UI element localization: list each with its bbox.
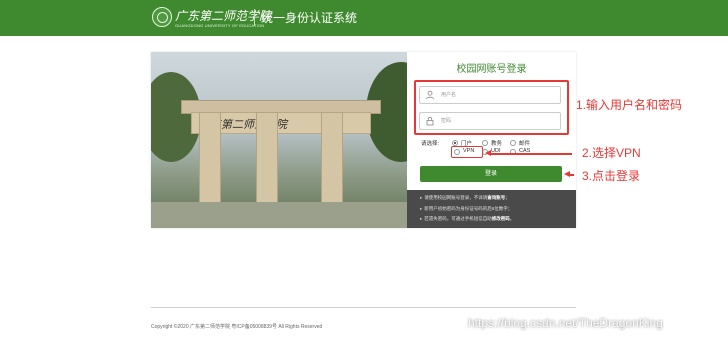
info-line-3-suffix: 。 (509, 216, 515, 221)
footer-divider (151, 307, 576, 308)
login-form-title: 校园网账号登录 (456, 64, 527, 75)
bullet-icon: ▸ (420, 195, 423, 200)
annotation-box-credentials (414, 80, 569, 135)
school-logo-english: GUANGDONG UNIVERSITY OF EDUCATION (175, 23, 265, 28)
info-line-1-suffix: ； (505, 195, 510, 200)
info-line-3: ▸ 若遗失密码，可通过手机短信自助修改密码。 (420, 216, 514, 222)
radio-academic-label: 教务 (491, 141, 503, 147)
query-account-link[interactable]: 查询账号 (487, 195, 505, 200)
info-line-2: ▸ 新用户初始密码为身份证号码的后6位数字； (420, 206, 512, 212)
annotation-step-1: 1.输入用户名和密码 (576, 98, 683, 112)
arrow-head-icon (564, 171, 570, 177)
school-seal-icon (152, 7, 172, 27)
info-line-3-text: 若遗失密码，可通过手机短信自助 (424, 216, 492, 221)
bullet-icon: ▸ (420, 216, 423, 221)
radio-mail-label: 邮件 (519, 141, 531, 147)
choose-label: 请选择: (421, 141, 440, 147)
annotation-box-vpn (451, 146, 483, 158)
bullet-icon: ▸ (420, 206, 423, 211)
annotation-arrow-vpn (489, 153, 572, 155)
header-divider (254, 9, 255, 26)
annotation-step-2: 2.选择VPN (582, 146, 641, 160)
radio-academic[interactable] (482, 140, 488, 146)
system-title: 统一身份认证系统 (261, 11, 358, 25)
campus-gate-photo: 广东第二师范学院 (151, 52, 407, 228)
login-button[interactable]: 登录 (420, 166, 562, 182)
annotation-step-3: 3.点击登录 (582, 169, 641, 183)
info-line-1: ▸ 请使用校园网账号登录，不详请查询账号； (420, 195, 510, 201)
copyright-text: Copyright ©2020 广东第二师范学院 粤ICP备05008839号 … (151, 324, 323, 330)
top-header-bar (0, 0, 728, 36)
arrow-head-icon (485, 150, 491, 156)
change-password-link[interactable]: 修改密码 (492, 216, 510, 221)
info-line-1-text: 请使用校园网账号登录，不详请 (424, 195, 488, 200)
school-logo-name: 广东第二师范学院 (175, 9, 272, 23)
info-line-2-text: 新用户初始密码为身份证号码的后6位数字； (424, 206, 513, 211)
radio-mail[interactable] (510, 140, 516, 146)
ground (151, 202, 407, 228)
blog-watermark: https://blog.csdn.net/TheDragonKing (468, 316, 663, 330)
